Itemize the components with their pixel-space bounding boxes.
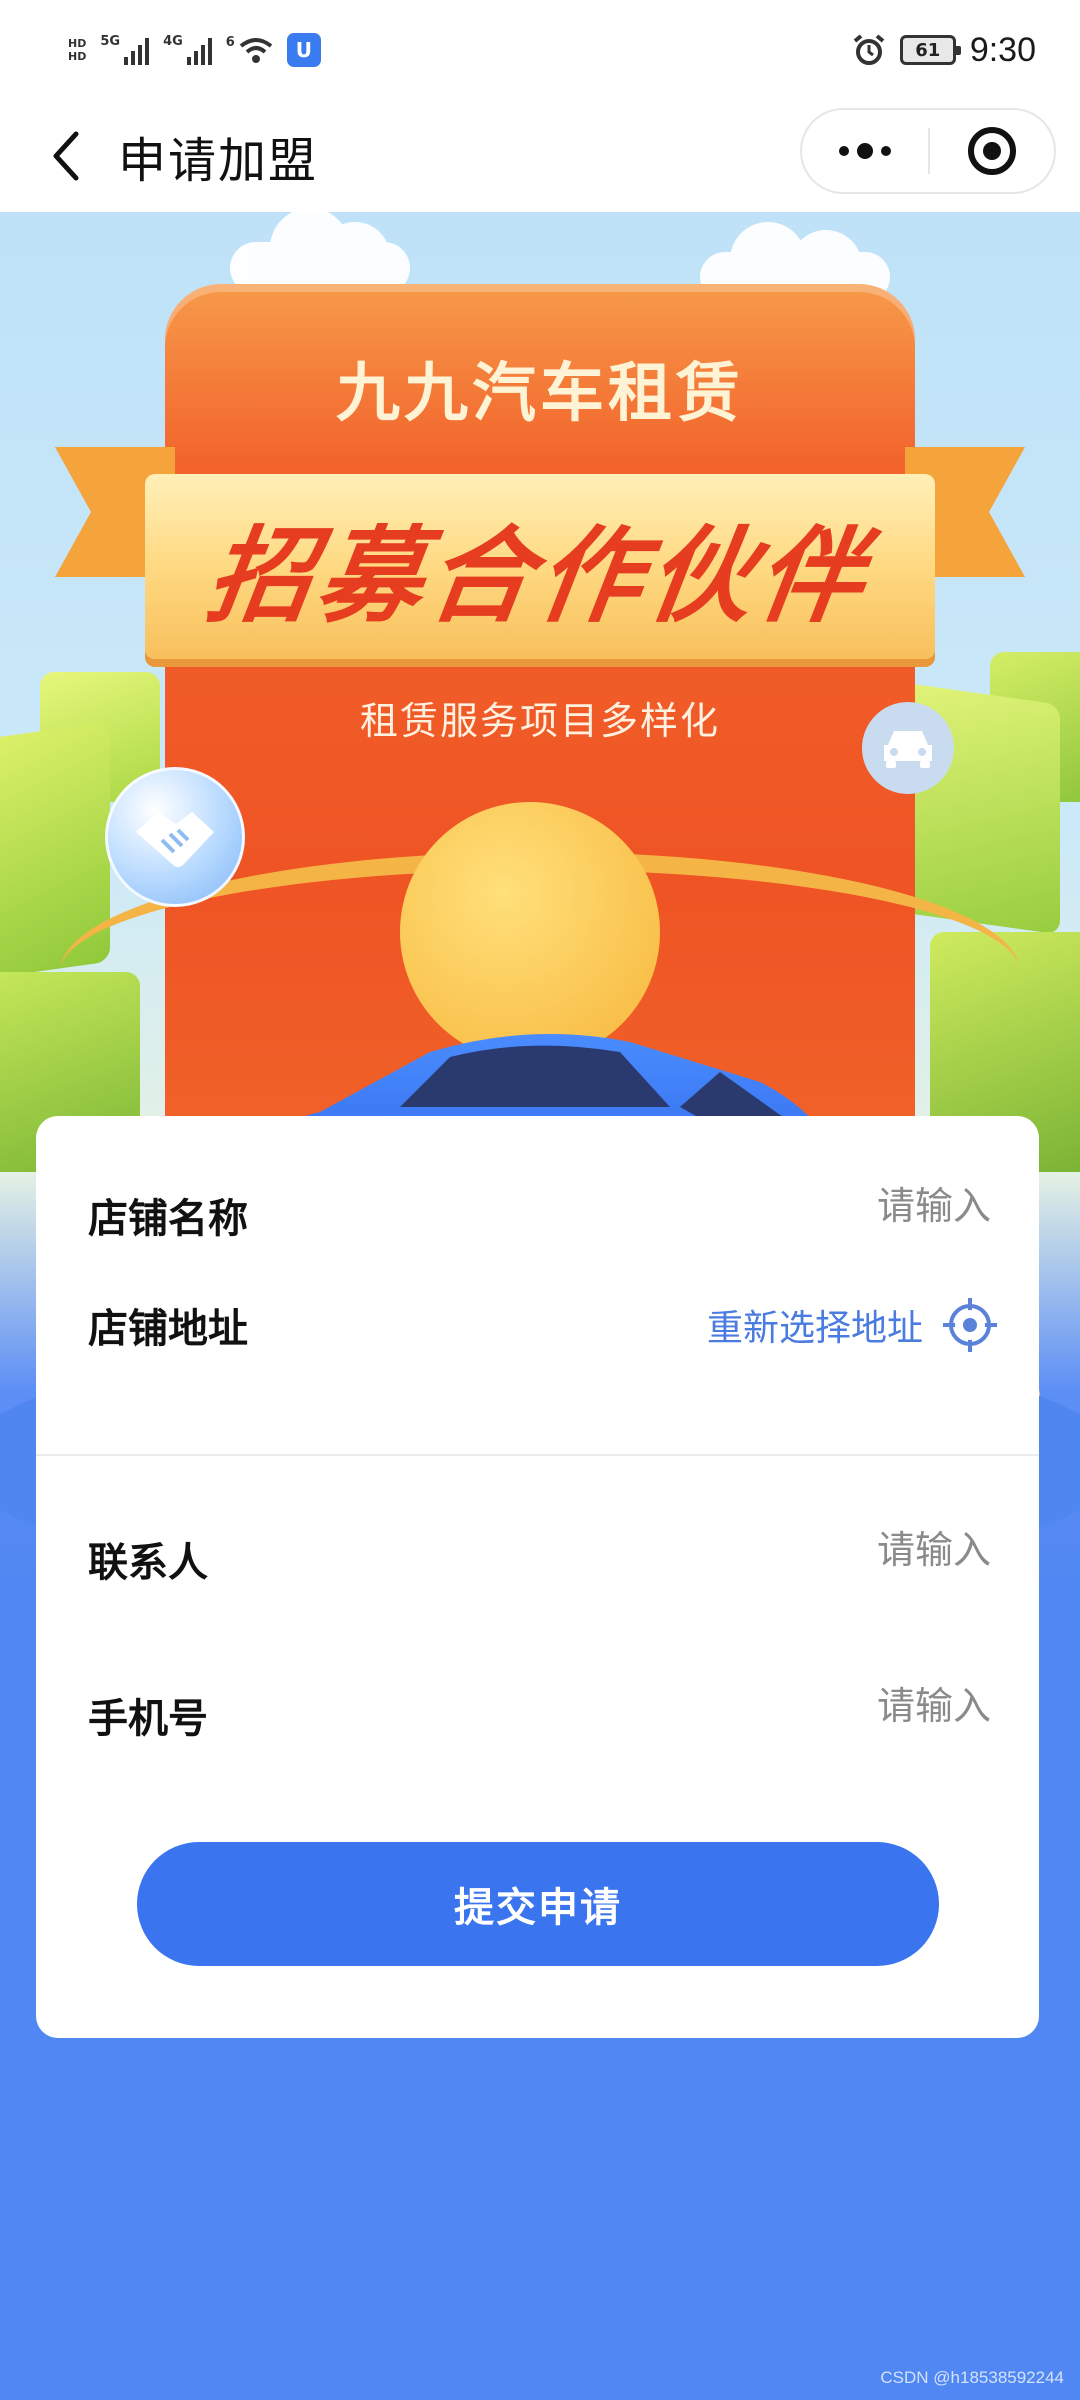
form-divider <box>36 1454 1039 1456</box>
more-button[interactable] <box>802 110 928 192</box>
cellular-signal-2: 4G <box>163 35 212 65</box>
hd-indicator: HD HD <box>68 37 86 63</box>
hd-top-label: HD <box>68 37 87 50</box>
alarm-clock-icon <box>853 34 885 65</box>
cellular-signal-1: 5G <box>100 34 150 65</box>
banner-headline: 招募合作伙伴 <box>200 515 878 637</box>
shop-name-row: 店铺名称 <box>88 1168 991 1244</box>
target-circle-icon <box>967 127 1016 175</box>
signal-bars-icon <box>186 35 212 65</box>
wifi-status: 6 <box>226 36 273 64</box>
status-bar-left: HD HD 5G 4G 6 U <box>68 33 321 67</box>
reselect-address-button[interactable]: 重新选择地址 <box>706 1298 997 1352</box>
close-miniprogram-button[interactable] <box>930 110 1054 192</box>
battery-indicator: 61 <box>899 35 961 65</box>
network-type-2: 4G <box>163 34 183 49</box>
locate-icon <box>943 1298 997 1352</box>
more-dots-icon <box>839 146 849 156</box>
car-icon <box>862 702 954 794</box>
contact-row: 联系人 <box>88 1512 991 1588</box>
phone-input[interactable] <box>571 1668 991 1744</box>
join-form-card: 店铺名称 店铺地址 重新选择地址 联系人 手机号 提交申请 <box>36 1116 1039 2038</box>
more-dots-icon <box>857 143 873 159</box>
phone-label: 手机号 <box>88 1696 208 1742</box>
phone-row: 手机号 <box>88 1668 991 1744</box>
page-title: 申请加盟 <box>118 133 319 189</box>
wifi-icon <box>239 38 273 63</box>
shop-address-row: 店铺地址 重新选择地址 <box>88 1296 997 1354</box>
miniprogram-capsule <box>800 108 1056 194</box>
shop-name-input[interactable] <box>571 1168 991 1244</box>
app-notification-icon: U <box>286 33 321 67</box>
shop-address-label: 店铺地址 <box>88 1306 248 1352</box>
shop-name-label: 店铺名称 <box>88 1196 248 1242</box>
status-bar-right: 61 9:30 <box>852 31 1036 70</box>
network-type-1: 5G <box>100 34 121 49</box>
nav-bar: 申请加盟 <box>0 100 1080 212</box>
wifi-label: 6 <box>225 35 235 50</box>
submit-application-button[interactable]: 提交申请 <box>137 1842 939 1966</box>
hd-bottom-label: HD <box>68 50 87 63</box>
back-button[interactable] <box>30 116 100 196</box>
contact-input[interactable] <box>571 1512 991 1588</box>
chevron-left-icon <box>53 131 79 181</box>
more-dots-icon <box>881 146 891 156</box>
brand-name: 九九汽车租赁 <box>336 357 744 431</box>
headline-ribbon: 招募合作伙伴 <box>145 474 935 659</box>
banner-subtitle: 租赁服务项目多样化 <box>359 699 720 743</box>
signal-bars-icon <box>124 35 150 65</box>
handshake-icon <box>105 767 245 907</box>
watermark: CSDN @h18538592244 <box>880 2368 1064 2387</box>
reselect-address-label: 重新选择地址 <box>706 1308 923 1349</box>
contact-label: 联系人 <box>88 1540 208 1586</box>
status-bar: HD HD 5G 4G 6 U 61 9:30 <box>0 0 1080 100</box>
clock-time: 9:30 <box>969 30 1036 69</box>
